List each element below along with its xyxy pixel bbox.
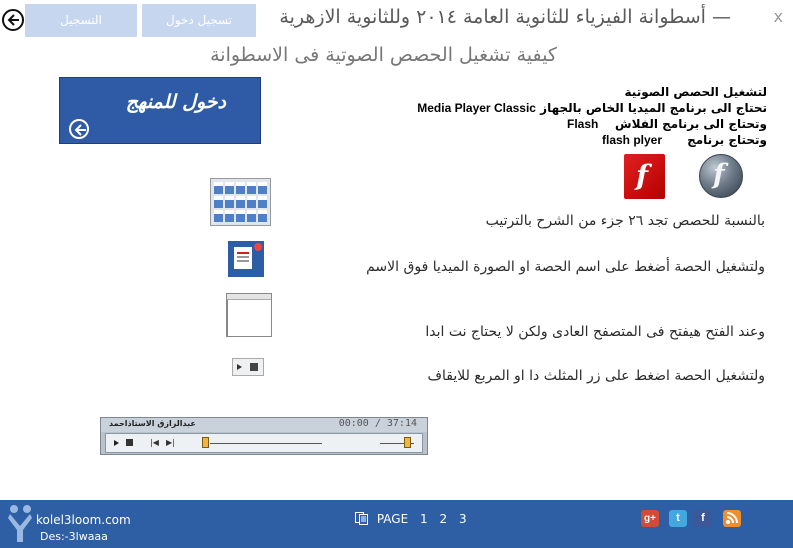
stop-icon[interactable] [126,439,133,446]
back-arrow-icon [69,119,89,139]
previous-icon[interactable]: |◀ [150,438,159,447]
google-plus-icon[interactable]: g+ [641,510,659,527]
browser-window-thumbnail [226,293,272,337]
player-time: 00:00 / 37:14 [338,418,417,429]
audio-player: عبدالرازق الاستاذاحمد 00:00 / 37:14 |◀ ▶… [100,417,428,455]
site-link[interactable]: kolel3loom.com [36,513,131,527]
seek-slider-handle[interactable] [202,437,209,448]
enter-curriculum-button[interactable]: دخول للمنهج [59,77,261,144]
next-icon[interactable]: ▶| [166,438,175,447]
requirement-app: Flash [566,117,599,131]
back-arrow-icon[interactable] [2,9,24,31]
media-file-icon [228,241,264,277]
requirements-block: لتشغيل الحصص الصوتية تحتاج الى برنامج ال… [357,84,767,148]
flash-player-logo-icon: f [699,154,743,198]
rss-icon[interactable] [723,510,741,527]
page-link-2[interactable]: 2 [439,512,447,526]
requirement-text: وتحتاج برنامج [687,133,767,147]
play-icon[interactable] [114,440,119,446]
page-link-3[interactable]: 3 [459,512,467,526]
instruction-browser: وعند الفتح هيفتح فى المتصفح العادى ولكن … [425,324,765,340]
volume-slider-handle[interactable] [404,437,411,448]
twitter-icon[interactable]: t [669,510,687,527]
requirement-flash-player: وتحتاج برنامج flash plyer [357,132,767,148]
login-button[interactable]: تسجيل دخول [142,4,256,37]
requirement-text: تحتاج الى برنامج الميديا الخاص بالجهاز [540,101,767,115]
section-title: كيفية تشغيل الحصص الصوتية فى الاسطوانة [210,44,557,66]
requirement-flash: وتحتاج الى برنامج الفلاش Flash [357,116,767,132]
seek-track[interactable] [210,443,322,444]
requirements-heading: لتشغيل الحصص الصوتية [624,85,767,99]
page-label: PAGE [376,512,409,526]
requirement-media-player: تحتاج الى برنامج الميديا الخاص بالجهاز M… [357,100,767,116]
footer-bar: kolel3loom.com Des:-3lwaaa PAGE 1 2 3 g+… [0,500,793,548]
title-dash: — [712,6,731,28]
page-link-1[interactable]: 1 [420,512,428,526]
designer-credit: Des:-3lwaaa [40,530,108,543]
lessons-grid-thumbnail [210,178,271,226]
app-title: — أسطوانة الفيزياء للثانوية العامة ٢٠١٤ … [279,6,731,28]
instruction-click: ولتشغيل الحصة أضغط على اسم الحصة او الصو… [366,259,765,275]
requirement-text: وتحتاج الى برنامج الفلاش [615,117,767,131]
instruction-parts: بالنسبة للحصص تجد ٢٦ جزء من الشرح بالترت… [485,213,765,229]
flash-logo-icon: f [624,154,665,199]
app-title-text: أسطوانة الفيزياء للثانوية العامة ٢٠١٤ ول… [279,6,706,28]
instruction-controls: ولتشغيل الحصة اضغط على زر المثلث دا او ا… [427,368,765,384]
pagination: PAGE 1 2 3 [355,512,467,526]
register-button[interactable]: التسجيل [25,4,137,37]
player-author: عبدالرازق الاستاذاحمد [109,419,196,428]
facebook-icon[interactable]: f [694,510,712,527]
player-controls: |◀ ▶| [105,433,423,453]
enter-curriculum-label: دخول للمنهج [125,91,226,113]
close-button[interactable]: x [774,7,783,26]
pages-icon [355,512,368,525]
player-header: عبدالرازق الاستاذاحمد 00:00 / 37:14 [101,418,427,432]
requirement-app: flash plyer [601,133,663,147]
requirement-app: Media Player Classic [417,101,536,115]
play-stop-controls-thumbnail [232,358,264,376]
site-logo-icon [8,505,32,542]
title-bar: التسجيل تسجيل دخول — أسطوانة الفيزياء لل… [0,0,793,38]
